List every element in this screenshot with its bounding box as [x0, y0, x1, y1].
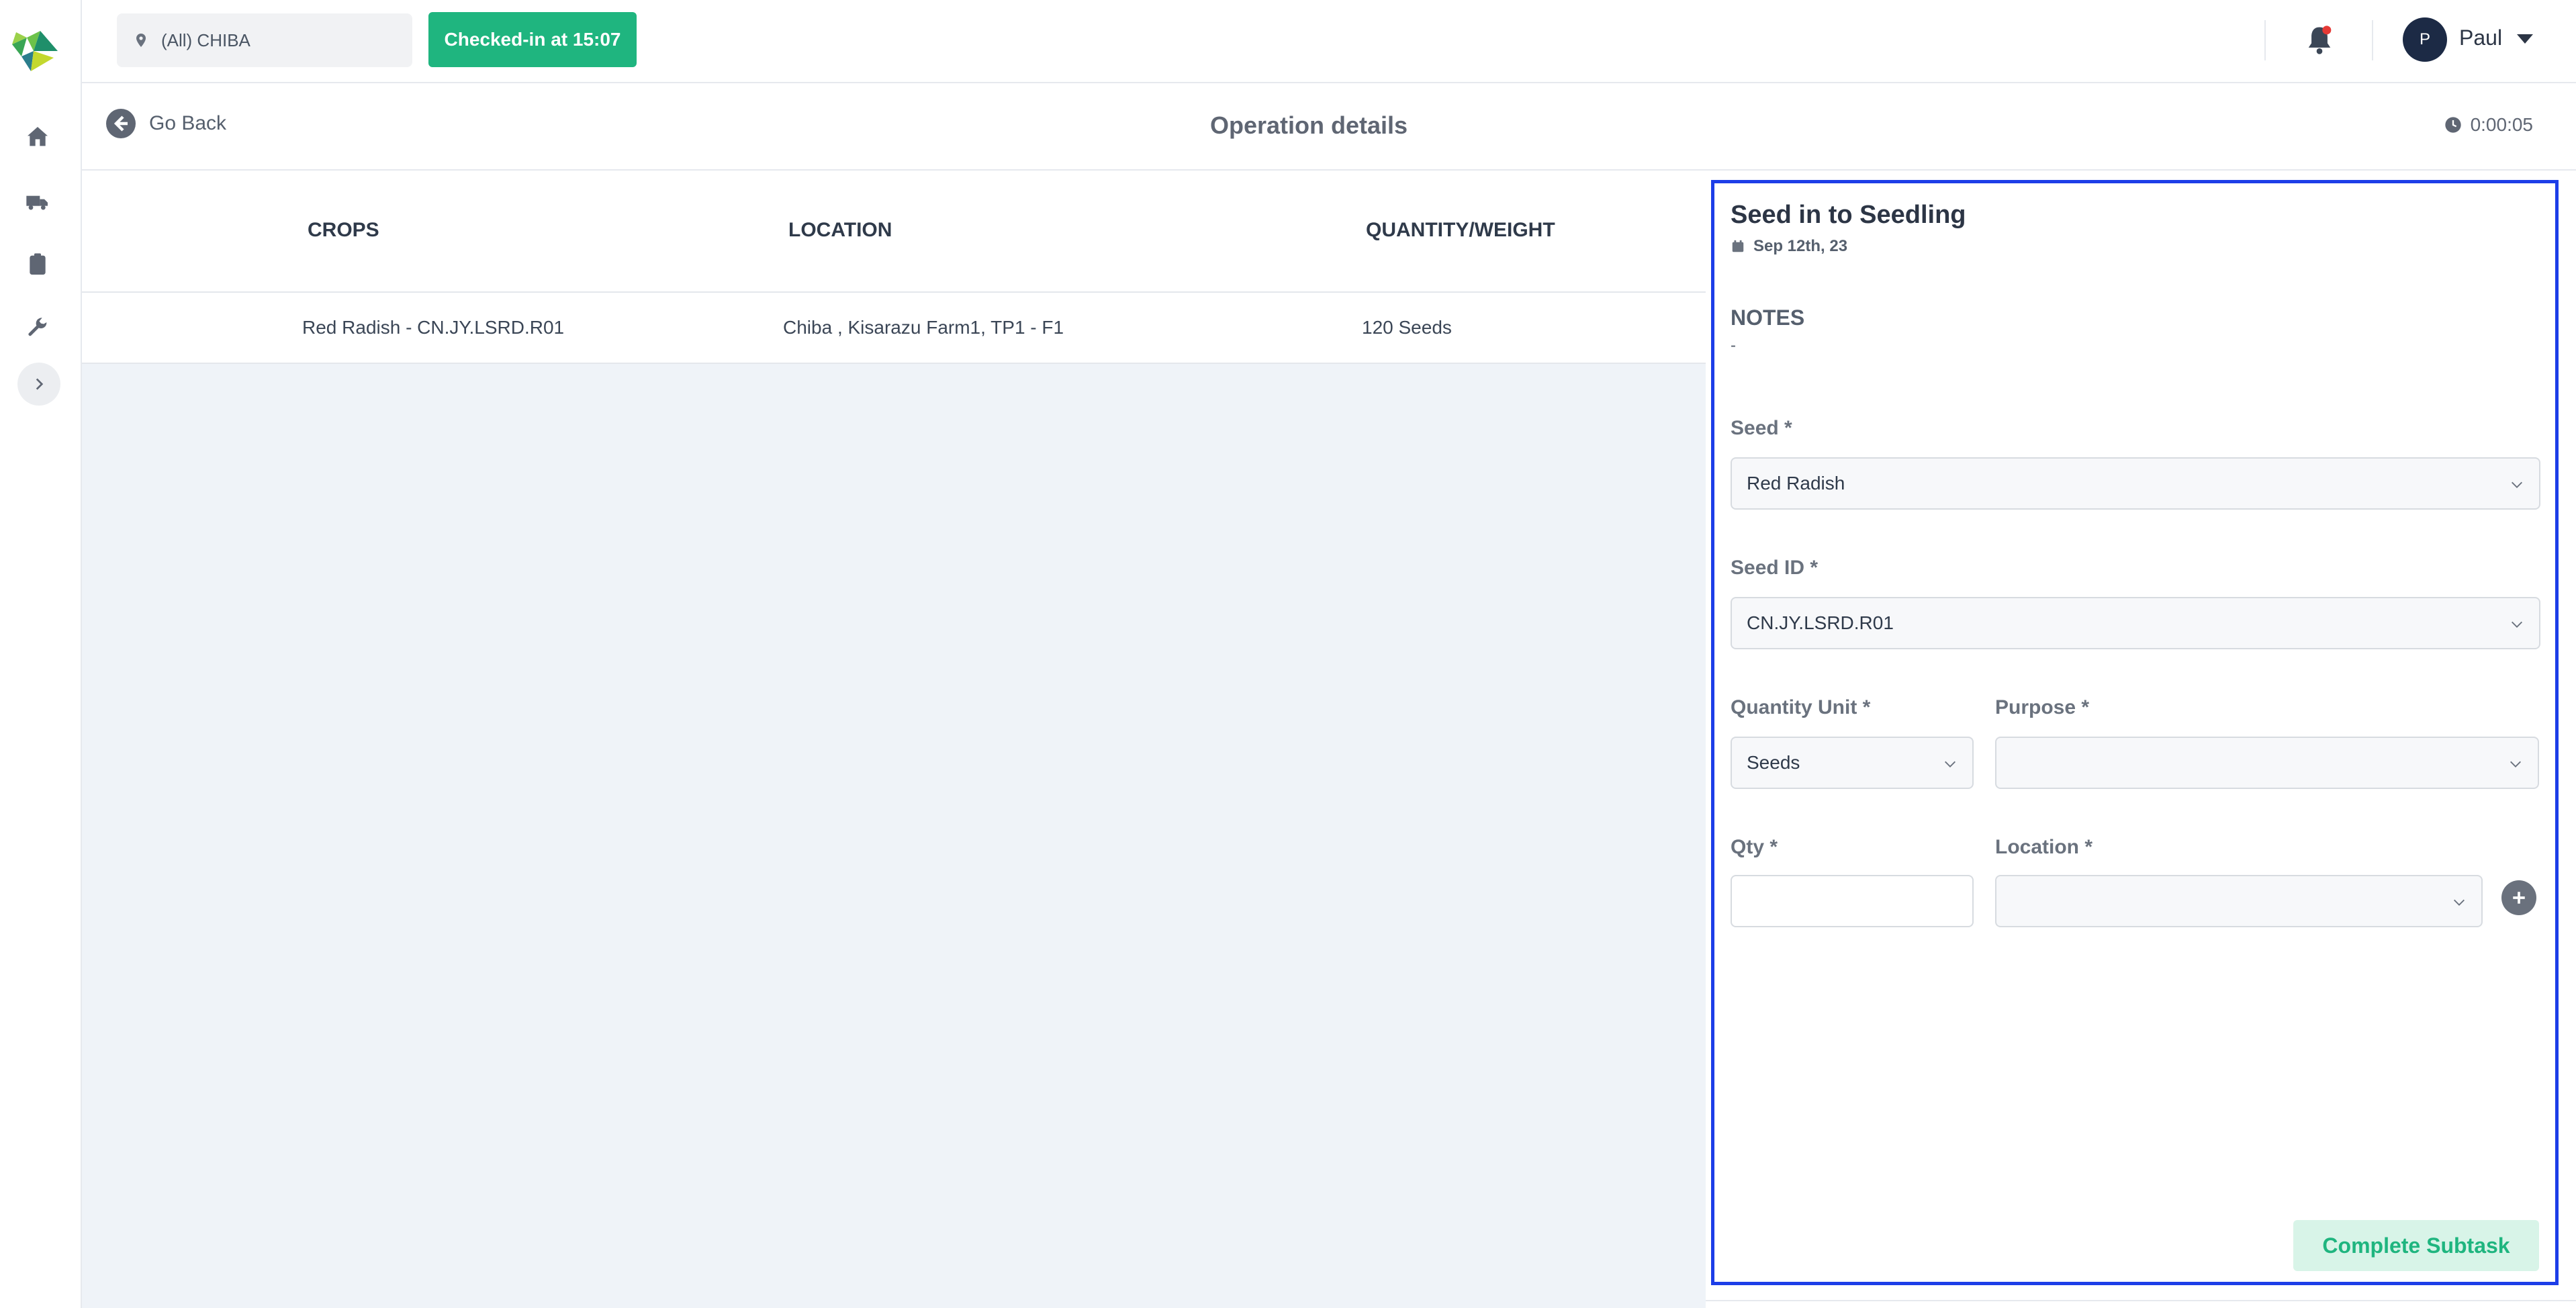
add-location-button[interactable] [2501, 880, 2536, 915]
qty-label: Qty * [1731, 836, 1778, 858]
seed-id-select[interactable]: CN.JY.LSRD.R01 [1731, 597, 2540, 649]
seed-select-value: Red Radish [1747, 473, 1845, 494]
page-subheader: Go Back Operation details 0:00:05 [82, 83, 2576, 171]
main-content: CROPS LOCATION QUANTITY/WEIGHT Red Radis… [82, 171, 1706, 1308]
quantity-unit-select[interactable]: Seeds [1731, 737, 1974, 789]
location-select[interactable] [1995, 875, 2483, 927]
calendar-icon [1732, 240, 1744, 252]
header-divider [2264, 20, 2266, 60]
subtask-date: Sep 12th, 23 [1731, 237, 1847, 256]
sidebar-expand-button[interactable] [17, 363, 60, 406]
truck-icon[interactable] [24, 188, 51, 215]
chevron-right-icon [36, 378, 44, 390]
seed-select[interactable]: Red Radish [1731, 457, 2540, 510]
purpose-label: Purpose * [1995, 696, 2090, 718]
subtask-date-value: Sep 12th, 23 [1753, 237, 1848, 255]
quantity-unit-label: Quantity Unit * [1731, 696, 1871, 718]
qty-input[interactable] [1731, 875, 1974, 927]
quantity-unit-select-value: Seeds [1747, 752, 1800, 773]
chevron-down-icon [2512, 481, 2522, 488]
subtask-title: Seed in to Seedling [1731, 201, 1966, 229]
chevron-down-icon [2512, 621, 2522, 628]
chevron-down-icon [2454, 899, 2465, 906]
seed-id-label: Seed ID * [1731, 557, 1819, 579]
home-icon[interactable] [24, 124, 51, 150]
cell-location: Chiba , Kisarazu Farm1, TP1 - F1 [783, 317, 1064, 338]
table-row[interactable]: Red Radish - CN.JY.LSRD.R01 Chiba , Kisa… [82, 293, 1706, 364]
chevron-down-icon [1945, 761, 1956, 767]
column-header-location: LOCATION [788, 219, 892, 241]
caret-down-icon[interactable] [2516, 32, 2534, 46]
operation-table: CROPS LOCATION QUANTITY/WEIGHT Red Radis… [82, 171, 1706, 364]
checkin-status-button[interactable]: Checked-in at 15:07 [428, 12, 637, 67]
seed-id-select-value: CN.JY.LSRD.R01 [1747, 612, 1894, 633]
elapsed-timer: 0:00:05 [2444, 114, 2533, 136]
notes-value: - [1731, 336, 1736, 355]
header-divider [2372, 20, 2373, 60]
top-header: (All) CHIBA Checked-in at 15:07 P Paul [82, 0, 2576, 83]
notification-bell-icon[interactable] [2302, 23, 2337, 58]
panel-divider [1706, 1300, 2576, 1301]
sidebar [0, 0, 82, 1308]
notes-label: NOTES [1731, 306, 1805, 330]
seed-label: Seed * [1731, 417, 1792, 439]
wrench-icon[interactable] [24, 316, 51, 342]
app-logo-icon[interactable] [7, 17, 64, 75]
complete-subtask-button[interactable]: Complete Subtask [2293, 1220, 2539, 1271]
timer-value: 0:00:05 [2470, 114, 2533, 135]
column-header-crops: CROPS [308, 219, 379, 241]
clipboard-icon[interactable] [24, 251, 51, 278]
user-avatar[interactable]: P [2403, 17, 2447, 62]
location-pin-icon [136, 34, 146, 47]
purpose-select[interactable] [1995, 737, 2539, 789]
plus-icon [2513, 892, 2525, 904]
cell-quantity: 120 Seeds [1362, 317, 1452, 338]
user-name[interactable]: Paul [2459, 26, 2502, 50]
cell-crop: Red Radish - CN.JY.LSRD.R01 [302, 317, 565, 338]
location-selector-label: (All) CHIBA [161, 30, 250, 50]
column-header-quantity: QUANTITY/WEIGHT [1366, 219, 1555, 241]
location-label: Location * [1995, 836, 2093, 858]
table-header: CROPS LOCATION QUANTITY/WEIGHT [82, 171, 1706, 293]
clock-icon [2444, 117, 2461, 133]
chevron-down-icon [2510, 761, 2521, 767]
location-selector[interactable]: (All) CHIBA [117, 13, 412, 67]
subtask-panel: Seed in to Seedling Sep 12th, 23 NOTES -… [1711, 180, 2559, 1285]
page-title: Operation details [1209, 111, 1408, 139]
